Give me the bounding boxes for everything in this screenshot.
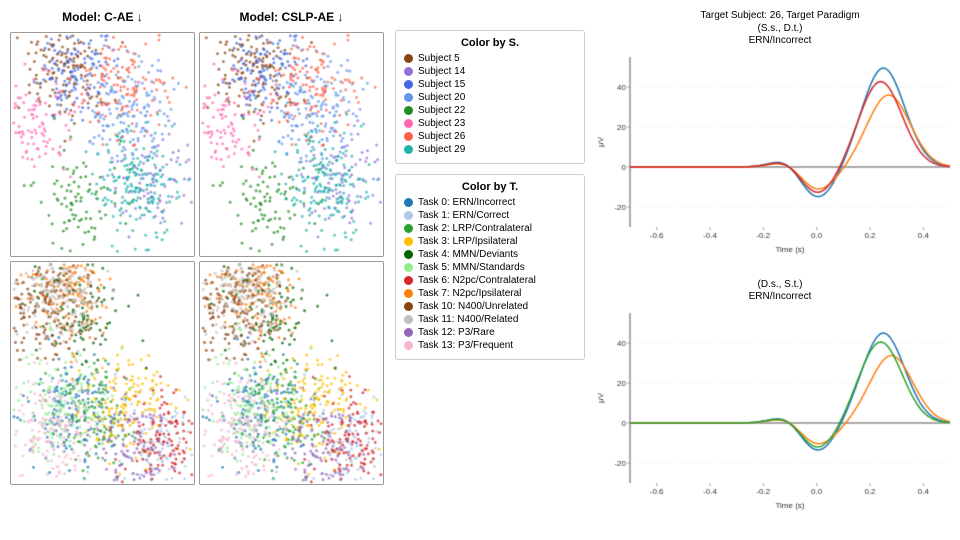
cslpae-top-plot <box>199 32 384 257</box>
legend-item: Task 6: N2pc/Contralateral <box>404 275 576 286</box>
erp-top-subtitle: (S.s., D.t.) ERN/Incorrect <box>595 23 960 47</box>
legend-item: Task 10: N400/Unrelated <box>404 301 576 312</box>
models-section: Model: C-AE ↓ Model: CSLP-AE ↓ <box>10 10 390 530</box>
legend-item-label: Task 4: MMN/Deviants <box>418 249 518 260</box>
legend-item-label: Task 5: MMN/Standards <box>418 262 525 273</box>
legend-item-label: Task 11: N400/Related <box>418 314 518 325</box>
legend-dot <box>404 276 413 285</box>
legend-dot <box>404 289 413 298</box>
legend-item: Task 13: P3/Frequent <box>404 340 576 351</box>
erp-top-plot: (S.s., D.t.) ERN/Incorrect <box>595 23 960 274</box>
legend-item: Task 4: MMN/Deviants <box>404 249 576 260</box>
legend-dot <box>404 119 413 128</box>
cae-bottom-plot <box>10 261 195 486</box>
erp-bottom-plot: (D.s., S.t.) ERN/Incorrect <box>595 279 960 530</box>
erp-bottom-canvas <box>595 303 960 513</box>
legend-item-label: Task 12: P3/Rare <box>418 327 495 338</box>
legend-dot <box>404 132 413 141</box>
legend-item: Task 2: LRP/Contralateral <box>404 223 576 234</box>
legend-item: Task 5: MMN/Standards <box>404 262 576 273</box>
legend-item: Task 1: ERN/Correct <box>404 210 576 221</box>
legend-dot <box>404 198 413 207</box>
legend-dot <box>404 145 413 154</box>
subject-legend-box: Color by S. Subject 5 Subject 14 Subject 1… <box>395 30 585 164</box>
legend-item-label: Task 1: ERN/Correct <box>418 210 509 221</box>
legend-dot <box>404 106 413 115</box>
legend-dot <box>404 224 413 233</box>
erp-plot-container: (S.s., D.t.) ERN/Incorrect (D.s., S.t.) … <box>595 23 960 530</box>
legend-dot <box>404 302 413 311</box>
legend-item-label: Subject 29 <box>418 144 465 155</box>
legend-item-label: Task 3: LRP/Ipsilateral <box>418 236 518 247</box>
legend-dot <box>404 211 413 220</box>
legend-dot <box>404 67 413 76</box>
legend-item: Task 0: ERN/Incorrect <box>404 197 576 208</box>
legend-item-label: Task 13: P3/Frequent <box>418 340 513 351</box>
legend-dot <box>404 54 413 63</box>
legend-dot <box>404 341 413 350</box>
erp-section: Target Subject: 26, Target Paradigm (S.s… <box>590 10 960 530</box>
legend-dot <box>404 237 413 246</box>
legend-item-label: Subject 23 <box>418 118 465 129</box>
cslpae-column: Model: CSLP-AE ↓ <box>199 10 384 530</box>
erp-bottom-subtitle: (D.s., S.t.) ERN/Incorrect <box>595 279 960 303</box>
legend-item: Subject 14 <box>404 66 576 77</box>
legend-item-label: Task 6: N2pc/Contralateral <box>418 275 536 286</box>
legend-item-label: Subject 15 <box>418 79 465 90</box>
cae-column: Model: C-AE ↓ <box>10 10 195 530</box>
legend-dot <box>404 250 413 259</box>
legend-item-label: Subject 5 <box>418 53 460 64</box>
legend-dot <box>404 315 413 324</box>
legend-item: Task 11: N400/Related <box>404 314 576 325</box>
legend-item: Subject 22 <box>404 105 576 116</box>
task-legend-box: Color by T. Task 0: ERN/Incorrect Task 1:… <box>395 174 585 360</box>
legend-item: Subject 29 <box>404 144 576 155</box>
cslpae-title: Model: CSLP-AE ↓ <box>199 10 384 28</box>
legend-item-label: Subject 26 <box>418 131 465 142</box>
legend-item-label: Task 0: ERN/Incorrect <box>418 197 515 208</box>
legend-item-label: Task 7: N2pc/Ipsilateral <box>418 288 521 299</box>
legend-item: Subject 15 <box>404 79 576 90</box>
legend-item: Subject 26 <box>404 131 576 142</box>
main-container: Model: C-AE ↓ Model: CSLP-AE ↓ Color by … <box>0 0 960 540</box>
legend-item: Subject 5 <box>404 53 576 64</box>
legend-item: Task 3: LRP/Ipsilateral <box>404 236 576 247</box>
legend-item: Task 7: N2pc/Ipsilateral <box>404 288 576 299</box>
legend-item: Subject 23 <box>404 118 576 129</box>
legend-item-label: Task 10: N400/Unrelated <box>418 301 528 312</box>
legend-dot <box>404 263 413 272</box>
erp-top-canvas <box>595 47 960 257</box>
legend-item-label: Subject 22 <box>418 105 465 116</box>
legend-dot <box>404 80 413 89</box>
task-legend-title: Color by T. <box>404 181 576 193</box>
cae-top-plot <box>10 32 195 257</box>
erp-header: Target Subject: 26, Target Paradigm <box>595 10 960 21</box>
subject-legend-items: Subject 5 Subject 14 Subject 15 Subject 20 S… <box>404 53 576 155</box>
cslpae-bottom-plot <box>199 261 384 486</box>
legend-dot <box>404 93 413 102</box>
task-legend-items: Task 0: ERN/Incorrect Task 1: ERN/Correct… <box>404 197 576 351</box>
legend-item-label: Task 2: LRP/Contralateral <box>418 223 532 234</box>
legend-item-label: Subject 20 <box>418 92 465 103</box>
legend-item: Task 12: P3/Rare <box>404 327 576 338</box>
legend-item: Subject 20 <box>404 92 576 103</box>
subject-legend-title: Color by S. <box>404 37 576 49</box>
legend-section: Color by S. Subject 5 Subject 14 Subject 1… <box>390 10 590 530</box>
legend-item-label: Subject 14 <box>418 66 465 77</box>
legend-dot <box>404 328 413 337</box>
cae-title: Model: C-AE ↓ <box>10 10 195 28</box>
